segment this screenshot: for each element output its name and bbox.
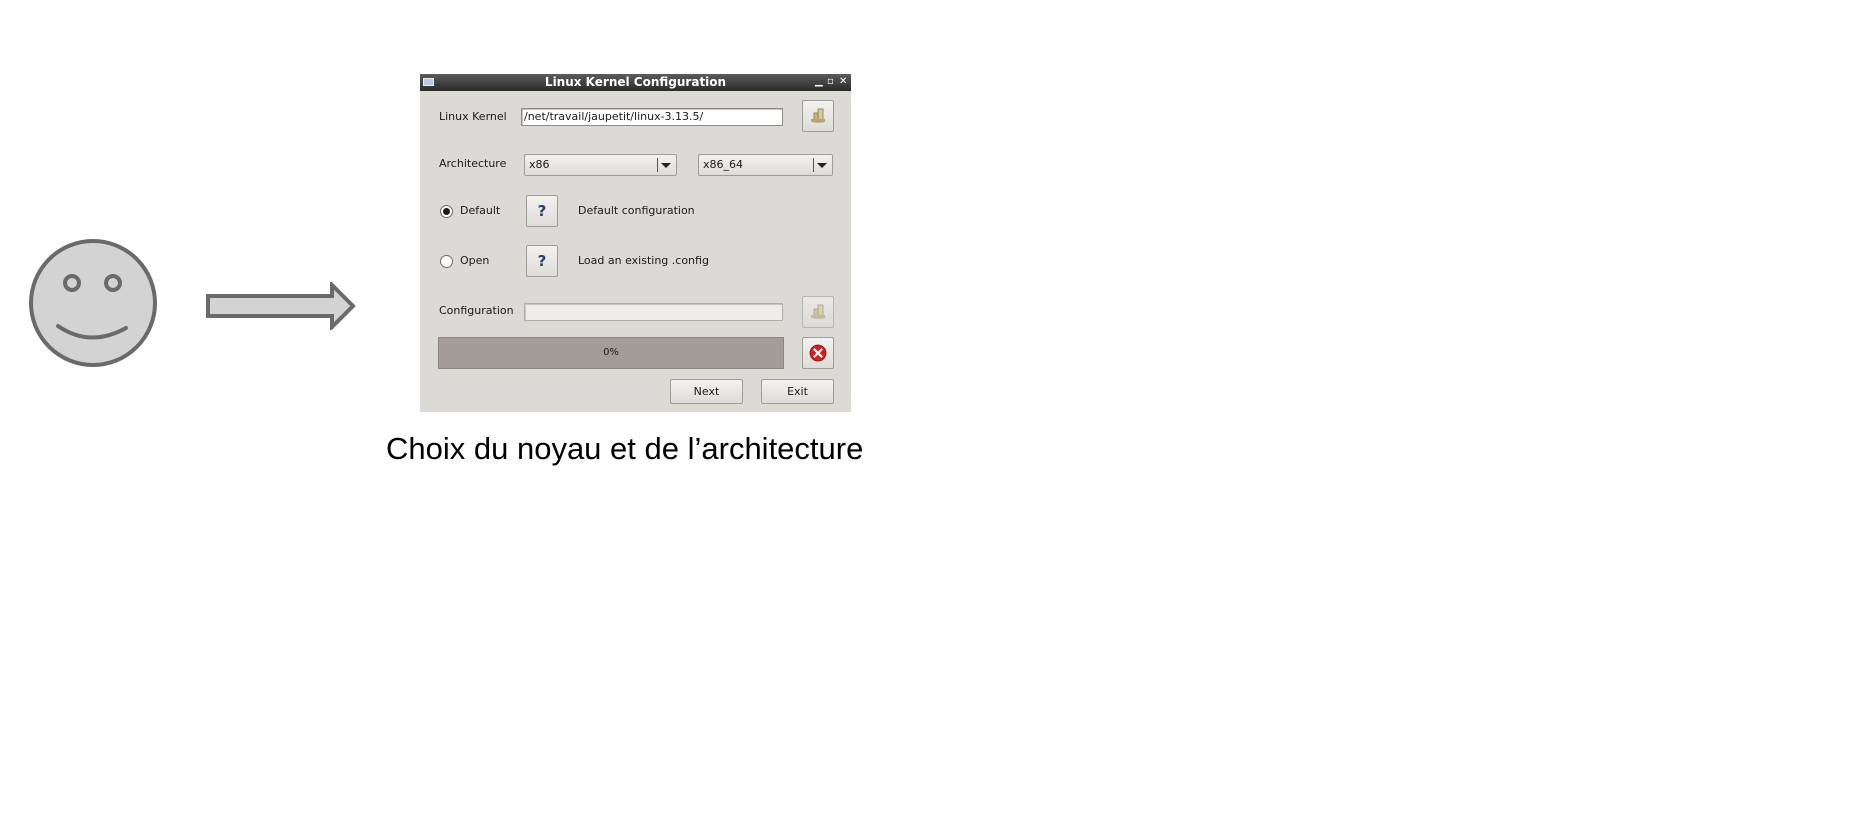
close-icon[interactable]: ✕ bbox=[839, 75, 847, 89]
default-radio[interactable] bbox=[440, 205, 453, 218]
cancel-button[interactable] bbox=[802, 337, 834, 369]
default-option-description: Default configuration bbox=[578, 204, 695, 217]
next-button[interactable]: Next bbox=[670, 379, 743, 404]
window-title: Linux Kernel Configuration bbox=[544, 75, 727, 89]
architecture-value: x86 bbox=[529, 158, 550, 171]
folder-browse-icon bbox=[811, 304, 825, 319]
kernel-path-input[interactable]: /net/travail/jaupetit/linux-3.13.5/ bbox=[521, 108, 783, 126]
open-option-description: Load an existing .config bbox=[578, 254, 709, 267]
progress-bar: 0% bbox=[438, 337, 784, 369]
configuration-browse-button[interactable] bbox=[802, 296, 834, 328]
exit-button[interactable]: Exit bbox=[761, 379, 834, 404]
subarchitecture-select[interactable]: x86_64 bbox=[698, 154, 833, 176]
configuration-label: Configuration bbox=[439, 304, 514, 317]
kernel-browse-button[interactable] bbox=[802, 100, 834, 132]
default-option-label: Default bbox=[460, 204, 501, 217]
chevron-down-icon bbox=[817, 163, 827, 168]
window-titlebar[interactable]: Linux Kernel Configuration ▁ ▫ ✕ bbox=[420, 74, 851, 91]
kernel-config-window: Linux Kernel Configuration ▁ ▫ ✕ Linux K… bbox=[420, 74, 851, 412]
open-option-label: Open bbox=[460, 254, 490, 267]
chevron-down-icon bbox=[661, 163, 671, 168]
minimize-icon[interactable]: ▁ bbox=[815, 75, 823, 89]
smiley-face-icon bbox=[29, 239, 157, 367]
open-radio[interactable] bbox=[440, 255, 453, 268]
maximize-icon[interactable]: ▫ bbox=[827, 75, 834, 89]
slide-caption: Choix du noyau et de l’architecture bbox=[386, 431, 864, 466]
default-help-button[interactable]: ? bbox=[526, 195, 558, 227]
architecture-label: Architecture bbox=[439, 157, 507, 170]
configuration-path-input[interactable] bbox=[524, 303, 783, 321]
kernel-label: Linux Kernel bbox=[439, 110, 507, 123]
folder-browse-icon bbox=[811, 108, 825, 123]
subarchitecture-value: x86_64 bbox=[703, 158, 744, 171]
cancel-icon bbox=[809, 344, 827, 362]
open-help-button[interactable]: ? bbox=[526, 245, 558, 277]
architecture-select[interactable]: x86 bbox=[524, 154, 677, 176]
right-arrow-icon bbox=[206, 282, 356, 330]
